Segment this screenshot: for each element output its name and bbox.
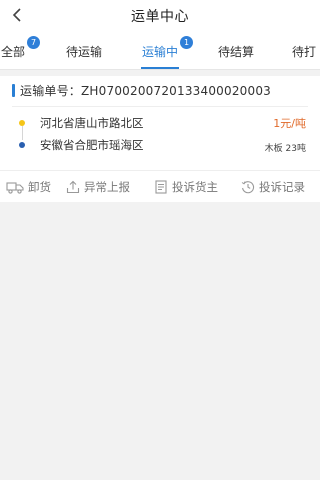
app-header: 运单中心: [0, 0, 320, 32]
tab-in-transit[interactable]: 运输中: [140, 32, 180, 70]
cargo-info: 木板 23吨: [264, 144, 306, 154]
freight-price: 1元/吨: [273, 117, 306, 130]
tab-label: 运输中: [141, 44, 178, 59]
tab-all[interactable]: 全部: [0, 32, 26, 70]
tab-label: 待打: [292, 44, 317, 59]
destination-address: 安徽省合肥市瑶海区: [40, 138, 144, 152]
action-label: 异常上报: [84, 180, 130, 194]
route-connector: [22, 126, 23, 140]
waybill-card[interactable]: 运输单号：ZH07002007201334000200​03 河北省唐山市路北区…: [0, 76, 320, 202]
action-label: 卸货: [28, 180, 51, 194]
action-label: 投诉记录: [259, 180, 305, 194]
tab-pending-settlement[interactable]: 待结算: [216, 32, 256, 70]
tab-pending-transport[interactable]: 待运输: [64, 32, 104, 70]
tab-in-transit-badge: 1: [180, 36, 193, 49]
order-accent-bar: [12, 84, 15, 97]
card-actions: 卸货 异常上报 投诉货主 投诉记录: [0, 170, 320, 202]
action-label: 投诉货主: [172, 180, 218, 194]
truck-icon: [6, 182, 24, 194]
tab-pending-print[interactable]: 待打: [292, 32, 320, 70]
divider: [12, 106, 308, 107]
complaint-history-button[interactable]: 投诉记录: [241, 171, 305, 203]
page-title: 运单中心: [131, 9, 189, 25]
tab-label: 全部: [0, 44, 25, 59]
document-icon: [155, 180, 167, 194]
unload-button[interactable]: 卸货: [6, 171, 51, 203]
report-exception-button[interactable]: 异常上报: [66, 171, 130, 203]
back-button[interactable]: [6, 4, 28, 26]
tab-all-badge: 7: [27, 36, 40, 49]
history-icon: [241, 181, 255, 194]
destination-dot-icon: [19, 142, 25, 148]
tab-label: 待结算: [217, 44, 254, 59]
tab-label: 待运输: [65, 44, 102, 59]
order-number: 运输单号：ZH07002007201334000200​03: [20, 84, 272, 98]
chevron-left-icon: [12, 8, 21, 22]
complain-shipper-button[interactable]: 投诉货主: [154, 171, 218, 203]
active-tab-indicator: [141, 67, 179, 69]
tab-bar: 全部 7 待运输 运输中 1 待结算 待打: [0, 32, 320, 70]
upload-icon: [66, 180, 80, 194]
origin-address: 河北省唐山市路北区: [40, 116, 144, 130]
